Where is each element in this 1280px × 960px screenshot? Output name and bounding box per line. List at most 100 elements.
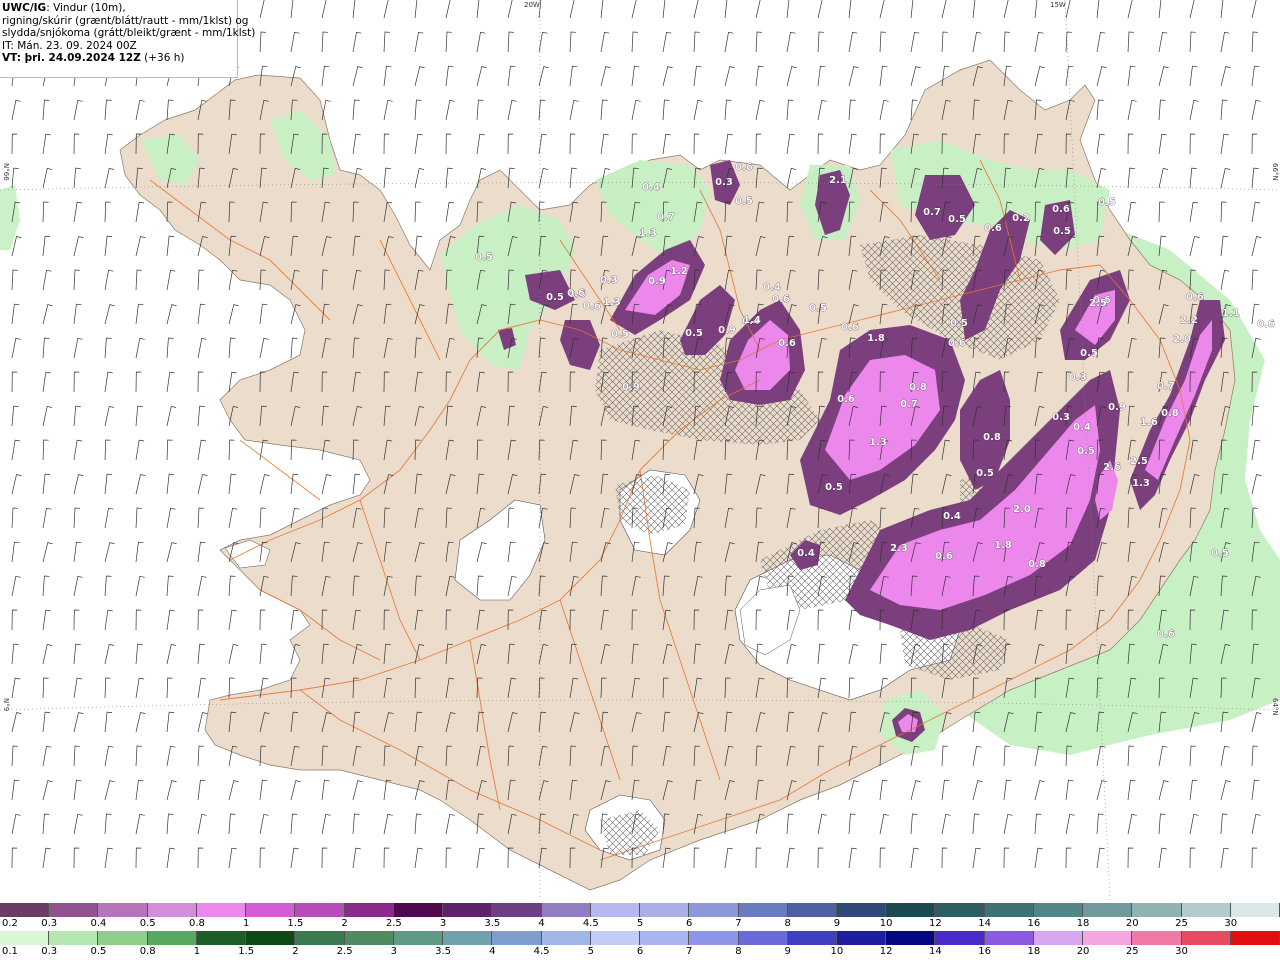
legend_snow-label: 1.5	[287, 918, 304, 929]
legend_rain-swatch	[0, 931, 50, 945]
legend_rain-label: 8	[735, 946, 742, 957]
precip-value-label: 0.5	[948, 214, 966, 225]
legend_rain-label: 18	[1027, 946, 1041, 957]
precip-value-label: 0.5	[685, 328, 703, 339]
precip-value-label: 0.3	[1052, 412, 1070, 423]
precip-value-label: 0.5	[976, 468, 994, 479]
precip-value-label: 0.7	[657, 212, 675, 223]
legend_rain-label: 10	[830, 946, 844, 957]
precip-value-label: 0.7	[900, 399, 918, 410]
legend_rain-swatch	[98, 931, 148, 945]
precip-value-label: 0.4	[797, 548, 815, 559]
legend_snow-label: 9	[833, 918, 841, 929]
precip-value-label: 0.6	[935, 551, 953, 562]
precip-value-label: 0.8	[1161, 408, 1179, 419]
legend_snow-label: 5	[636, 918, 644, 929]
precip-value-label: 0.5	[1077, 446, 1095, 457]
legend_rain-label: 9	[784, 946, 791, 957]
legend_snow-label: 4.5	[582, 918, 599, 929]
legend_snow-swatch	[640, 903, 690, 917]
legend_snow-label: 0.8	[188, 918, 205, 929]
legend_rain-label: 12	[879, 946, 893, 957]
precip-value-label: 1.4	[743, 315, 761, 326]
map-info-box: UWC/IG: Vindur (10m), rigning/skúrir (gr…	[0, 0, 255, 78]
precip-value-label: 0.6	[948, 338, 966, 349]
legend_snow-label: 2.5	[385, 918, 402, 929]
legend-snow-labels: 0.2 0.3 0.4 0.5 0.8 1 1.5 2 2.5 3 3.5 4 4.5 5 6 7 8 9 10 12…	[0, 918, 1280, 930]
precip-value-label: 0.6	[1257, 319, 1275, 330]
precip-value-label: 1.3	[603, 297, 621, 308]
precip-value-label: 2.2	[1180, 315, 1198, 326]
precip-value-label: 0.6	[841, 322, 859, 333]
precip-value-label: 0.5	[1053, 226, 1071, 237]
precip-value-label: 1.3	[869, 437, 887, 448]
legend_rain-label: 20	[1076, 946, 1090, 957]
precip-value-label: 0.5	[809, 303, 827, 314]
info-vt: VT: þri. 24.09.2024 12Z	[2, 52, 141, 65]
precip-value-label: 0.8	[983, 432, 1001, 443]
legend_rain-swatch	[738, 931, 788, 945]
legend_snow-swatch	[1181, 903, 1231, 917]
precip-value-label: 0.8	[909, 382, 927, 393]
precip-value-label: 0.4	[642, 182, 660, 193]
legend_snow-label: 7	[735, 918, 742, 929]
legend_rain-label: 0.5	[90, 946, 107, 957]
model-name: UWC/IG	[2, 2, 47, 14]
precip-value-label: 1.2	[670, 266, 688, 277]
legend_snow-label: 30	[1224, 918, 1238, 929]
legend_rain-swatch	[886, 931, 936, 945]
precip-value-label: 0.4	[943, 511, 961, 522]
legend_rain-swatch	[689, 931, 739, 945]
legend_snow-swatch	[492, 903, 542, 917]
precip-value-label: 2.0	[1013, 504, 1031, 515]
precip-value-label: 0.5	[825, 482, 843, 493]
legend_snow-label: 25	[1175, 918, 1188, 929]
legend_snow-swatch	[1083, 903, 1133, 917]
legend_rain-label: 5	[587, 946, 594, 957]
precip-value-label: 0.6	[837, 394, 855, 405]
precip-value-label: 0.5	[475, 252, 493, 263]
precip-value-label: 0.6	[567, 288, 585, 299]
precip-value-label: 1.1	[1222, 308, 1240, 319]
legend_rain-swatch	[1181, 931, 1231, 945]
precip-value-label: 2.6	[1103, 462, 1121, 473]
precip-value-label: 0.5	[1098, 197, 1116, 208]
legend_snow-swatch	[541, 903, 591, 917]
legend_rain-swatch	[246, 931, 296, 945]
legend_snow-label: 3.5	[484, 918, 501, 929]
legend_rain-swatch	[1132, 931, 1182, 945]
legend_rain-swatch	[196, 931, 247, 945]
legend_rain-label: 16	[978, 946, 991, 957]
precip-value-label: 1.8	[994, 540, 1012, 551]
precip-value-label: 0.3	[600, 275, 618, 286]
legend_rain-swatch	[49, 931, 99, 945]
precip-value-label: 2.0	[1173, 334, 1191, 345]
legend_snow-label: 6	[686, 918, 693, 929]
legend_rain-swatch	[295, 931, 345, 945]
info-it: IT: Mán. 23. 09. 2024 00Z	[2, 39, 137, 52]
precip-value-label: 0.5	[1080, 348, 1098, 359]
legend_snow-label: 10	[879, 918, 893, 929]
precip-value-label: 0.5	[950, 318, 968, 329]
legend_rain-swatch	[541, 931, 591, 945]
legend_snow-label: 12	[929, 918, 942, 929]
legend_snow-swatch	[196, 903, 247, 917]
legend_rain-swatch	[1033, 931, 1084, 945]
precip-value-label: 0.8	[1028, 559, 1046, 570]
precip-value-label: 0.4	[763, 282, 781, 293]
legend_rain-swatch	[935, 931, 985, 945]
precip-value-label: 0.3	[715, 177, 733, 188]
legend_snow-swatch	[246, 903, 296, 917]
precip-value-label: 0.9	[622, 382, 640, 393]
precip-value-label: 0.6	[778, 338, 796, 349]
legend_rain-label: 0.1	[2, 946, 18, 957]
legend_snow-swatch	[787, 903, 837, 917]
legend_snow-label: 0.5	[139, 918, 156, 929]
precip-value-label: 0.5	[546, 292, 564, 303]
precip-value-label: 1.3	[1132, 478, 1150, 489]
legend-snow-swatches	[0, 903, 1280, 917]
precip-value-label: 0.6	[1186, 292, 1204, 303]
precip-value-label: 0.2	[1012, 213, 1030, 224]
info-vt-line: VT: þri. 24.09.2024 12Z (+36 h)	[2, 52, 237, 65]
legend_rain-swatch	[1083, 931, 1133, 945]
